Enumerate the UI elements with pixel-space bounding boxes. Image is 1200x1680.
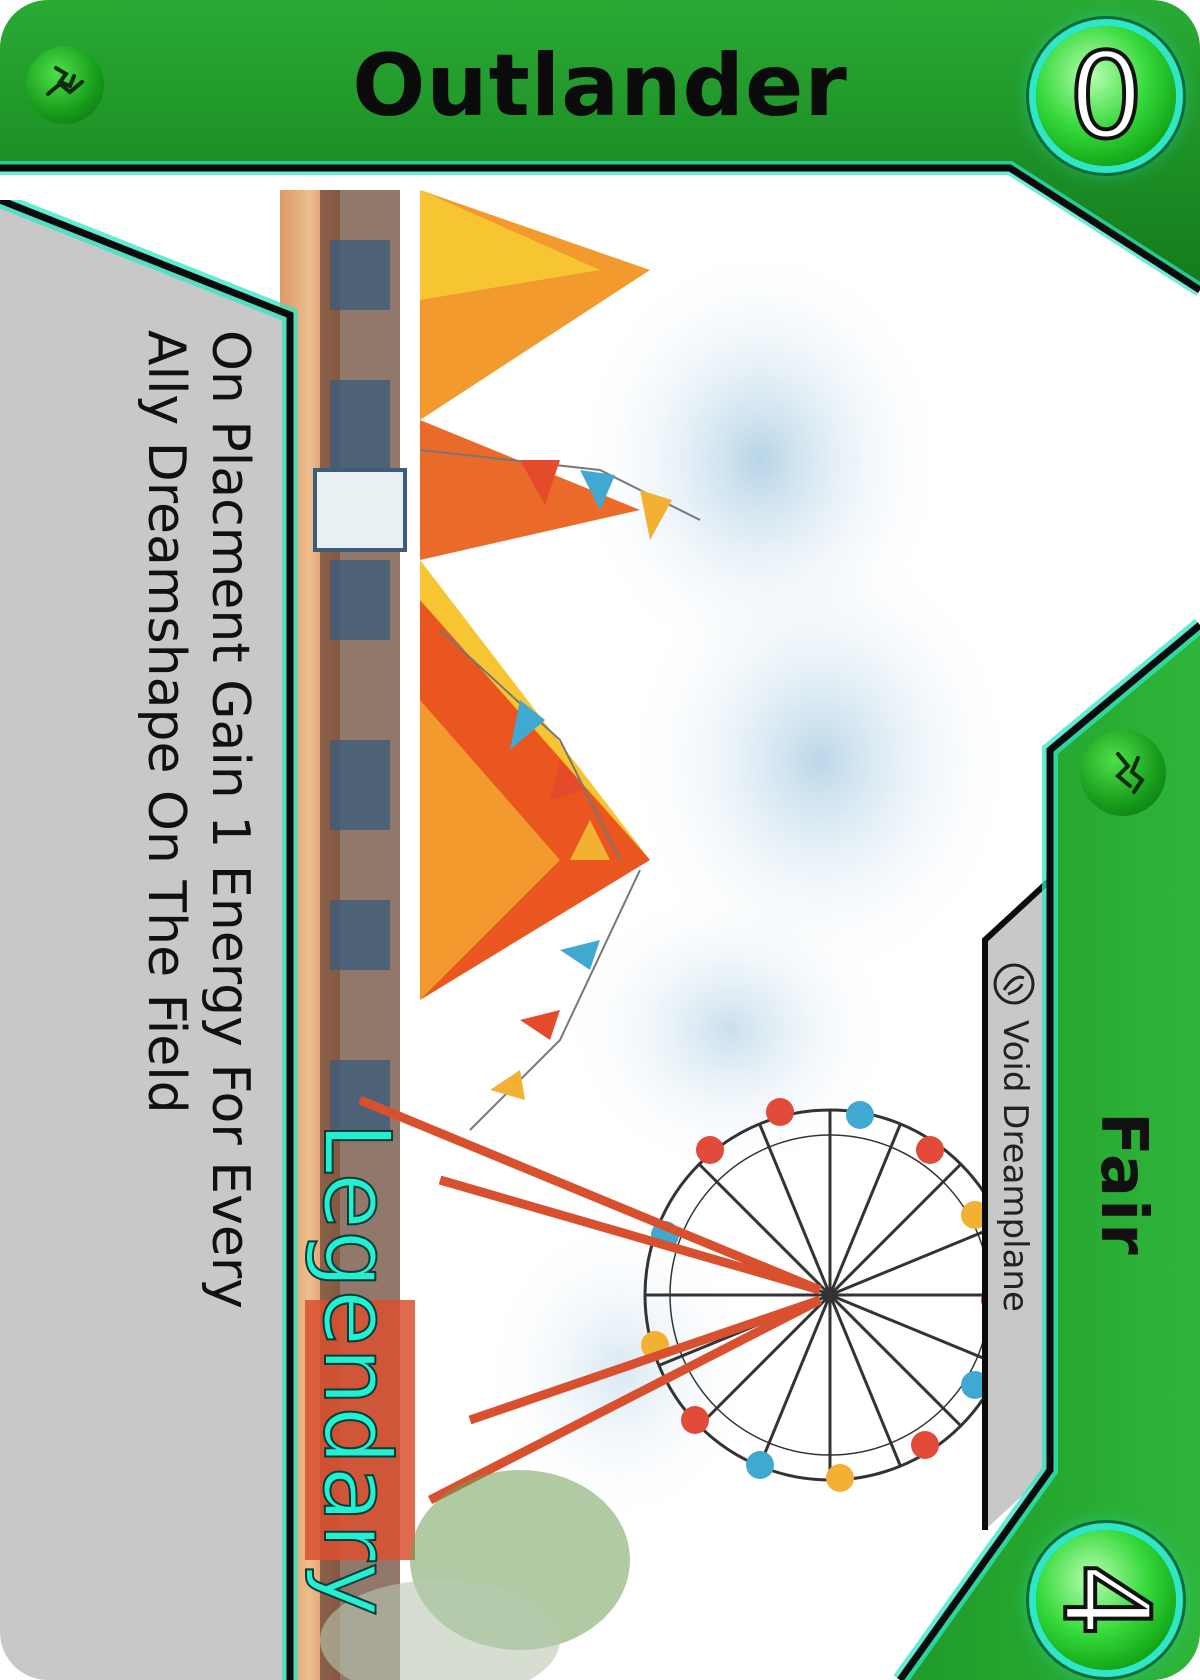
cost-value: 0 — [1066, 25, 1145, 167]
rarity-label: Legendary — [302, 1121, 411, 1619]
power-orb: 4 — [1035, 1530, 1177, 1670]
tier-label: Fair — [1086, 1112, 1160, 1257]
faction-glyph-icon — [26, 46, 104, 124]
power-value: 4 — [1035, 1560, 1177, 1639]
ability-line: Ally Dreamshape On The Field — [136, 330, 196, 1114]
void-dreamplane-icon — [993, 963, 1035, 1005]
dreamplane-label: Void Dreamplane — [995, 1020, 1035, 1312]
card-title: Outlander — [352, 36, 848, 136]
cost-orb: 0 — [1036, 25, 1176, 167]
game-card[interactable]: Outlander 0 4 On Placment Gain 1 Energy … — [0, 0, 1200, 1680]
faction-glyph-icon — [1080, 730, 1166, 816]
ability-text: On Placment Gain 1 Energy For Every Ally… — [134, 330, 262, 1309]
ability-line: On Placment Gain 1 Energy For Every — [200, 330, 260, 1310]
